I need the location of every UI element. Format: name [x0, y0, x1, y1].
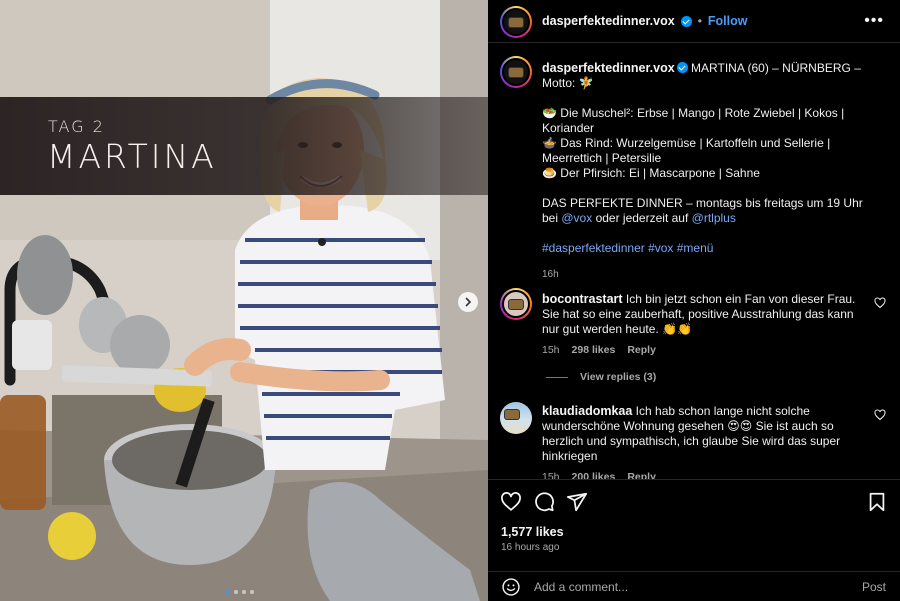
- caption-author-avatar[interactable]: [500, 56, 532, 88]
- comment-meta: 15h 298 likes Reply: [542, 343, 862, 358]
- commenter-avatar[interactable]: [500, 402, 532, 434]
- carousel-dot: [250, 590, 254, 594]
- comment-time[interactable]: 15h: [542, 343, 560, 358]
- carousel-indicator: [226, 590, 254, 594]
- comment-item: bocontrastart Ich bin jetzt schon ein Fa…: [542, 292, 862, 358]
- post-age: 16 hours ago: [501, 542, 560, 553]
- comment-input[interactable]: [534, 577, 834, 597]
- save-bookmark-icon[interactable]: [866, 491, 888, 513]
- view-replies-label: View replies (3): [580, 371, 657, 383]
- comment-bubble-icon[interactable]: [533, 491, 555, 513]
- comment-reply-button[interactable]: Reply: [627, 343, 656, 358]
- comments-scroll-area[interactable]: dasperfektedinner.vox MARTINA (60) – NÜR…: [488, 44, 900, 479]
- comment-time[interactable]: 15h: [542, 470, 560, 479]
- carousel-next-button[interactable]: [458, 292, 478, 312]
- carousel-dot: [242, 590, 246, 594]
- comment-username[interactable]: bocontrastart: [542, 292, 623, 306]
- verified-badge-icon: [680, 15, 692, 27]
- menu-course-1: 🥗 Die Muschel²: Erbse | Mango | Rote Zwi…: [542, 106, 845, 135]
- banner-day: TAG 2: [48, 117, 105, 136]
- verified-badge-icon: [676, 62, 688, 73]
- post-header: dasperfektedinner.vox • Follow •••: [488, 0, 900, 43]
- menu-course-3: 🍮 Der Pfirsich: Ei | Mascarpone | Sahne: [542, 166, 760, 180]
- promo-mid-text: oder jederzeit auf: [595, 211, 689, 225]
- menu-course-2: 🍲 Das Rind: Wurzelgemüse | Kartoffeln un…: [542, 136, 831, 165]
- mention-vox-link[interactable]: @vox: [561, 211, 592, 225]
- comment-like-heart-icon[interactable]: [874, 297, 886, 309]
- caption-timestamp[interactable]: 16h: [542, 267, 882, 282]
- post-photo[interactable]: TAG 2 MARTINA: [0, 0, 488, 601]
- comment-username[interactable]: klaudiadomkaa: [542, 404, 632, 418]
- post-comment-button[interactable]: Post: [862, 580, 886, 594]
- day-banner: TAG 2 MARTINA: [0, 97, 488, 195]
- caption-username[interactable]: dasperfektedinner.vox: [542, 61, 675, 75]
- add-comment-bar: Post: [488, 571, 900, 601]
- carousel-dot: [226, 590, 230, 594]
- post-side-panel: dasperfektedinner.vox • Follow ••• daspe…: [488, 0, 900, 601]
- chevron-right-icon: [465, 297, 472, 307]
- share-send-icon[interactable]: [566, 491, 588, 513]
- mention-rtlplus-link[interactable]: @rtlplus: [692, 211, 736, 225]
- banner-name: MARTINA: [47, 137, 217, 176]
- emoji-smiley-icon[interactable]: [501, 577, 521, 597]
- more-options-icon[interactable]: •••: [864, 12, 884, 30]
- post-caption: dasperfektedinner.vox MARTINA (60) – NÜR…: [542, 61, 882, 282]
- post-actions: 1,577 likes 16 hours ago: [488, 479, 900, 563]
- comment-meta: 15h 200 likes Reply: [542, 470, 862, 479]
- commenter-avatar[interactable]: [500, 288, 532, 320]
- comment-like-heart-icon[interactable]: [874, 409, 886, 421]
- view-replies-button[interactable]: View replies (3): [546, 371, 656, 383]
- like-heart-icon[interactable]: [500, 491, 522, 513]
- author-avatar[interactable]: [500, 6, 532, 38]
- carousel-dot: [234, 590, 238, 594]
- hashtags-link[interactable]: #dasperfektedinner #vox #menü: [542, 241, 713, 255]
- comment-reply-button[interactable]: Reply: [627, 470, 656, 479]
- author-username[interactable]: dasperfektedinner.vox: [542, 14, 675, 28]
- likes-count[interactable]: 1,577 likes: [501, 525, 564, 539]
- kitchen-scene-image: [0, 0, 488, 601]
- comment-likes[interactable]: 200 likes: [572, 470, 616, 479]
- comment-item: klaudiadomkaa Ich hab schon lange nicht …: [542, 404, 862, 479]
- follow-button[interactable]: Follow: [708, 14, 748, 28]
- comment-likes[interactable]: 298 likes: [572, 343, 616, 358]
